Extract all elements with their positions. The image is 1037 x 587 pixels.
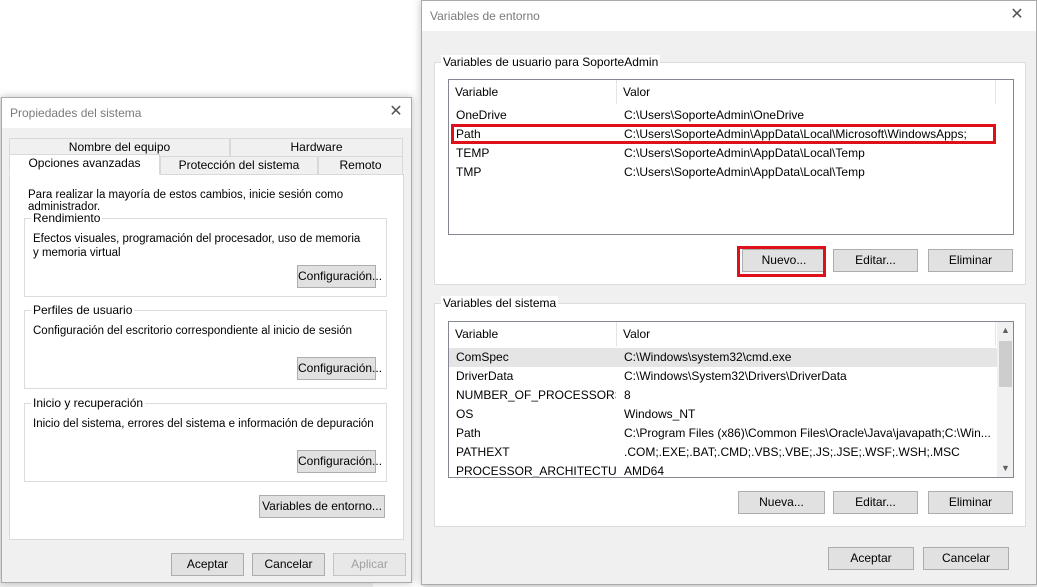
titlebar: Propiedades del sistema ✕ xyxy=(2,98,411,128)
tab-label: Opciones avanzadas xyxy=(28,156,141,170)
group-label: Variables del sistema xyxy=(441,296,559,310)
list-item[interactable]: NUMBER_OF_PROCESSORS 8 xyxy=(449,386,997,405)
variable-value: 8 xyxy=(624,388,631,402)
tab-label: Protección del sistema xyxy=(178,158,300,172)
configuracion-inicio-button[interactable]: Configuración... xyxy=(297,450,382,473)
variable-name: TEMP xyxy=(456,146,490,160)
group-description: Inicio del sistema, errores del sistema … xyxy=(33,418,374,430)
editar-user-button[interactable]: Editar... xyxy=(833,249,918,272)
aceptar-button[interactable]: Aceptar xyxy=(171,553,244,576)
list-header: Variable Valor xyxy=(449,322,1013,346)
configuracion-rendimiento-button[interactable]: Configuración... xyxy=(297,265,382,288)
cancelar-button[interactable]: Cancelar xyxy=(923,547,1009,570)
aplicar-button[interactable]: Aplicar xyxy=(333,553,406,576)
user-variables-list[interactable]: Variable Valor OneDrive C:\Users\Soporte… xyxy=(448,79,1014,235)
variable-value: C:\Program Files (x86)\Common Files\Orac… xyxy=(624,426,991,440)
group-label: Variables de usuario para SoporteAdmin xyxy=(441,55,661,69)
variable-value: C:\Users\SoporteAdmin\AppData\Local\Temp xyxy=(624,146,865,160)
variable-name: OneDrive xyxy=(456,108,507,122)
variable-name: Path xyxy=(456,426,481,440)
variable-value: Windows_NT xyxy=(624,407,696,421)
tab-hardware[interactable]: Hardware xyxy=(230,138,403,156)
admin-note: Para realizar la mayoría de estos cambio… xyxy=(28,189,344,213)
variable-name: TMP xyxy=(456,165,482,179)
nueva-system-button[interactable]: Nueva... xyxy=(738,491,825,514)
group-label: Inicio y recuperación xyxy=(31,396,146,410)
group-description: Configuración del escritorio correspondi… xyxy=(33,325,352,337)
vertical-scrollbar[interactable]: ▲ ▼ xyxy=(997,322,1013,477)
configuracion-perfiles-button[interactable]: Configuración... xyxy=(297,357,382,380)
variable-name: ComSpec xyxy=(456,350,509,364)
titlebar: Variables de entorno ✕ xyxy=(422,1,1036,31)
list-item[interactable]: OS Windows_NT xyxy=(449,405,997,424)
list-item[interactable]: DriverData C:\Windows\System32\Drivers\D… xyxy=(449,367,997,386)
variables-de-entorno-button[interactable]: Variables de entorno... xyxy=(259,495,385,518)
path-highlight-box xyxy=(451,124,996,144)
scroll-up-arrow-icon[interactable]: ▲ xyxy=(997,322,1013,339)
list-item[interactable]: TEMP C:\Users\SoporteAdmin\AppData\Local… xyxy=(449,144,1013,163)
close-icon[interactable]: ✕ xyxy=(1006,4,1028,26)
column-valor[interactable]: Valor xyxy=(617,80,996,104)
variable-value: C:\Users\SoporteAdmin\AppData\Local\Temp xyxy=(624,165,865,179)
environment-variables-window: Variables de entorno ✕ Variables de usua… xyxy=(421,0,1037,585)
list-item[interactable]: OneDrive C:\Users\SoporteAdmin\OneDrive xyxy=(449,106,1013,125)
group-rendimiento: Rendimiento Efectos visuales, programaci… xyxy=(24,211,387,297)
group-label: Perfiles de usuario xyxy=(31,303,135,317)
system-variables-list[interactable]: Variable Valor ComSpec C:\Windows\system… xyxy=(448,321,1014,478)
variable-name: NUMBER_OF_PROCESSORS xyxy=(456,388,616,402)
eliminar-user-button[interactable]: Eliminar xyxy=(928,249,1013,272)
variable-name: OS xyxy=(456,407,474,421)
variable-name: DriverData xyxy=(456,369,514,383)
tab-opciones-avanzadas[interactable]: Opciones avanzadas xyxy=(9,154,160,175)
group-inicio-y-recuperacion: Inicio y recuperación Inicio del sistema… xyxy=(24,396,387,482)
tab-label: Remoto xyxy=(339,158,382,172)
column-valor[interactable]: Valor xyxy=(617,322,996,346)
column-variable[interactable]: Variable xyxy=(449,80,617,104)
list-item[interactable]: PATHEXT .COM;.EXE;.BAT;.CMD;.VBS;.VBE;.J… xyxy=(449,443,997,462)
variable-value: .COM;.EXE;.BAT;.CMD;.VBS;.VBE;.JS;.JSE;.… xyxy=(624,445,960,459)
tab-remoto[interactable]: Remoto xyxy=(318,156,403,174)
list-item[interactable]: TMP C:\Users\SoporteAdmin\AppData\Local\… xyxy=(449,163,1013,182)
group-perfiles-de-usuario: Perfiles de usuario Configuración del es… xyxy=(24,303,387,389)
variable-value: C:\Windows\System32\Drivers\DriverData xyxy=(624,369,847,383)
variable-name: PATHEXT xyxy=(456,445,510,459)
system-properties-window: Propiedades del sistema ✕ Nombre del equ… xyxy=(1,97,412,583)
variable-name: PROCESSOR_ARCHITECTURE xyxy=(456,464,616,478)
variable-value: C:\Windows\system32\cmd.exe xyxy=(624,350,792,364)
list-item[interactable]: ComSpec C:\Windows\system32\cmd.exe xyxy=(449,348,997,367)
window-title: Variables de entorno xyxy=(430,9,540,23)
group-label: Rendimiento xyxy=(31,211,103,225)
tab-protección-del-sistema[interactable]: Protección del sistema xyxy=(160,156,318,174)
aceptar-button[interactable]: Aceptar xyxy=(828,547,914,570)
column-variable[interactable]: Variable xyxy=(449,322,617,346)
variable-value: C:\Users\SoporteAdmin\OneDrive xyxy=(624,108,805,122)
window-title: Propiedades del sistema xyxy=(10,106,142,120)
nuevo-highlight-box xyxy=(737,246,826,277)
list-header: Variable Valor xyxy=(449,80,1013,104)
desktop-background xyxy=(0,0,373,97)
scroll-down-arrow-icon[interactable]: ▼ xyxy=(997,460,1013,477)
list-item[interactable]: Path C:\Program Files (x86)\Common Files… xyxy=(449,424,997,443)
eliminar-system-button[interactable]: Eliminar xyxy=(928,491,1013,514)
tab-label: Nombre del equipo xyxy=(68,140,171,154)
group-description: Efectos visuales, programación del proce… xyxy=(33,233,361,259)
scrollbar-thumb[interactable] xyxy=(999,341,1012,387)
tab-label: Hardware xyxy=(290,140,343,154)
close-icon[interactable]: ✕ xyxy=(385,101,407,123)
list-item[interactable]: PROCESSOR_ARCHITECTURE AMD64 xyxy=(449,462,997,478)
editar-system-button[interactable]: Editar... xyxy=(833,491,918,514)
variable-value: AMD64 xyxy=(624,464,665,478)
cancelar-button[interactable]: Cancelar xyxy=(252,553,325,576)
